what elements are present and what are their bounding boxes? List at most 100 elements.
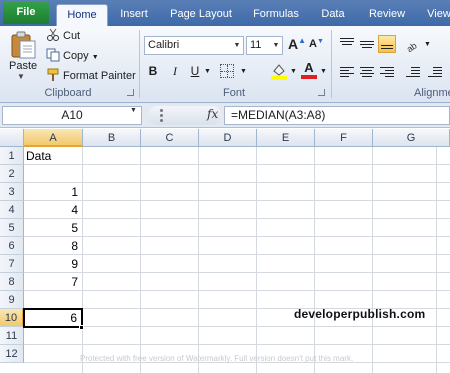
row-header-4[interactable]: 4 bbox=[0, 201, 24, 219]
align-center-icon[interactable] bbox=[358, 64, 376, 82]
column-header-a[interactable]: A bbox=[24, 129, 83, 147]
cut-button[interactable]: Cut bbox=[46, 28, 80, 44]
cell-a8[interactable]: 7 bbox=[24, 273, 82, 291]
cell-a6[interactable]: 8 bbox=[24, 237, 82, 255]
svg-text:ab: ab bbox=[405, 40, 419, 53]
cell-a4[interactable]: 4 bbox=[24, 201, 82, 219]
font-name-dropdown-icon[interactable]: ▼ bbox=[232, 37, 242, 54]
orientation-icon[interactable]: ab bbox=[404, 35, 422, 54]
insert-function-icon[interactable]: fx bbox=[207, 107, 218, 121]
row-header-12[interactable]: 12 bbox=[0, 345, 24, 363]
bold-button[interactable]: B bbox=[144, 62, 162, 80]
column-header-b[interactable]: B bbox=[83, 129, 141, 147]
formula-input[interactable]: =MEDIAN(A3:A8) bbox=[224, 106, 450, 125]
row-header-9[interactable]: 9 bbox=[0, 291, 24, 309]
font-size-select[interactable]: 11 ▼ bbox=[246, 36, 283, 55]
font-launcher-icon[interactable] bbox=[318, 89, 325, 96]
tab-formulas[interactable]: Formulas bbox=[248, 4, 304, 26]
increase-indent-icon[interactable] bbox=[426, 64, 444, 82]
tab-data[interactable]: Data bbox=[316, 4, 350, 26]
font-color-icon[interactable]: A bbox=[300, 60, 318, 80]
cell-a3[interactable]: 1 bbox=[24, 183, 82, 201]
copy-icon bbox=[46, 48, 60, 62]
copy-dropdown-icon[interactable]: ▼ bbox=[92, 54, 99, 61]
brand-overlay-text: developerpublish.com bbox=[294, 307, 426, 321]
cell-a10-value: 6 bbox=[70, 311, 77, 325]
fill-handle[interactable] bbox=[79, 325, 84, 330]
tab-home[interactable]: Home bbox=[56, 4, 108, 26]
fill-color-icon[interactable] bbox=[270, 62, 288, 80]
copy-label: Copy bbox=[63, 50, 89, 62]
row-header-3[interactable]: 3 bbox=[0, 183, 24, 201]
gridline bbox=[24, 218, 450, 219]
gridline bbox=[24, 182, 450, 183]
orientation-dropdown-icon[interactable]: ▼ bbox=[424, 41, 431, 48]
watermark-text: Protected with free version of Watermark… bbox=[80, 354, 354, 363]
tab-page-layout[interactable]: Page Layout bbox=[166, 4, 236, 26]
shrink-font-icon[interactable]: A▼ bbox=[309, 38, 324, 50]
tab-file[interactable]: File bbox=[3, 2, 49, 24]
scissors-icon bbox=[46, 28, 60, 42]
select-all-corner[interactable] bbox=[0, 129, 24, 147]
gridline bbox=[24, 254, 450, 255]
name-box[interactable]: A10 bbox=[2, 106, 142, 125]
column-header-d[interactable]: D bbox=[199, 129, 257, 147]
font-name-select[interactable]: Calibri ▼ bbox=[144, 36, 244, 55]
clipboard-launcher-icon[interactable] bbox=[127, 89, 134, 96]
column-header-f[interactable]: F bbox=[315, 129, 373, 147]
gridline bbox=[198, 147, 199, 373]
tab-review[interactable]: Review bbox=[364, 4, 410, 26]
formula-bar: A10 ▼ fx =MEDIAN(A3:A8) bbox=[0, 103, 450, 128]
cell-a1[interactable]: Data bbox=[24, 147, 82, 165]
paste-dropdown-icon[interactable]: ▼ bbox=[17, 72, 25, 81]
row-header-1[interactable]: 1 bbox=[0, 147, 24, 165]
tab-insert[interactable]: Insert bbox=[113, 4, 155, 26]
cell-a7[interactable]: 9 bbox=[24, 255, 82, 273]
align-top-icon[interactable] bbox=[338, 35, 356, 53]
row-header-8[interactable]: 8 bbox=[0, 273, 24, 291]
align-left-icon[interactable] bbox=[338, 64, 356, 82]
font-size-dropdown-icon[interactable]: ▼ bbox=[271, 37, 281, 54]
paste-button[interactable]: Paste bbox=[9, 60, 37, 72]
font-color-dropdown-icon[interactable]: ▼ bbox=[320, 68, 327, 75]
gridline bbox=[24, 236, 450, 237]
row-header-6[interactable]: 6 bbox=[0, 237, 24, 255]
resize-handle-icon[interactable] bbox=[160, 114, 163, 117]
row-header-2[interactable]: 2 bbox=[0, 165, 24, 183]
active-cell-a10[interactable]: 6 bbox=[23, 308, 83, 328]
align-right-icon[interactable] bbox=[378, 64, 396, 82]
name-box-dropdown-icon[interactable]: ▼ bbox=[130, 107, 137, 114]
format-painter-button[interactable]: Format Painter bbox=[46, 68, 136, 84]
cell-a5[interactable]: 5 bbox=[24, 219, 82, 237]
ribbon-home: Paste ▼ Cut Copy ▼ Format Painter Clipboa… bbox=[0, 26, 450, 103]
format-painter-label: Format Painter bbox=[63, 70, 136, 82]
borders-dropdown-icon[interactable]: ▼ bbox=[240, 68, 247, 75]
column-header-e[interactable]: E bbox=[257, 129, 315, 147]
tab-view[interactable]: View bbox=[424, 4, 450, 26]
row-header-5[interactable]: 5 bbox=[0, 219, 24, 237]
gridline bbox=[24, 272, 450, 273]
gridline bbox=[24, 290, 450, 291]
align-bottom-icon[interactable] bbox=[378, 35, 396, 53]
borders-icon[interactable] bbox=[220, 64, 234, 78]
gridline bbox=[24, 326, 450, 327]
copy-button[interactable]: Copy ▼ bbox=[46, 48, 99, 64]
cut-label: Cut bbox=[63, 30, 81, 42]
paintbrush-icon bbox=[46, 68, 60, 82]
row-header-10[interactable]: 10 bbox=[0, 309, 24, 327]
italic-button[interactable]: I bbox=[166, 62, 184, 80]
column-header-g[interactable]: G bbox=[373, 129, 450, 147]
font-group-label: Font bbox=[222, 87, 245, 99]
paste-icon[interactable] bbox=[8, 30, 38, 60]
decrease-indent-icon[interactable] bbox=[404, 64, 422, 82]
row-header-11[interactable]: 11 bbox=[0, 327, 24, 345]
fill-color-dropdown-icon[interactable]: ▼ bbox=[290, 68, 297, 75]
gridline bbox=[372, 147, 373, 373]
grow-font-icon[interactable]: A▲ bbox=[288, 36, 306, 52]
worksheet-grid[interactable]: A B C D E F G 1 2 3 4 5 6 7 8 9 10 11 12… bbox=[0, 129, 450, 373]
align-middle-icon[interactable] bbox=[358, 35, 376, 53]
underline-dropdown-icon[interactable]: ▼ bbox=[204, 68, 211, 75]
row-header-7[interactable]: 7 bbox=[0, 255, 24, 273]
underline-button[interactable]: U bbox=[186, 62, 204, 80]
column-header-c[interactable]: C bbox=[141, 129, 199, 147]
